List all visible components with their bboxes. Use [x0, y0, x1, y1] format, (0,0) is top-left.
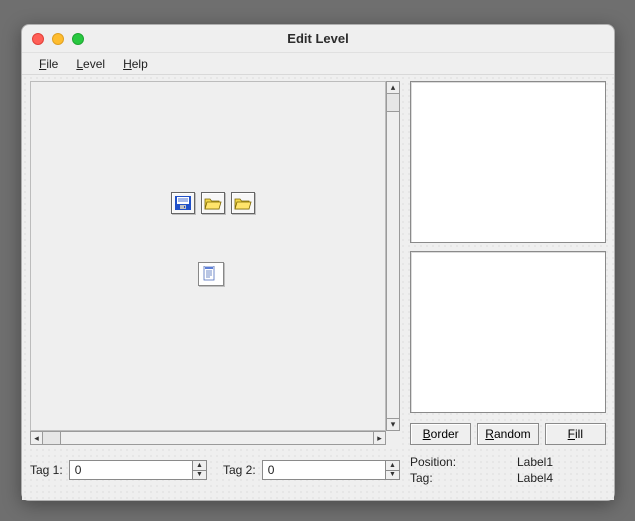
- scroll-up-button[interactable]: ▴: [387, 82, 399, 94]
- mnemonic: R: [485, 427, 494, 441]
- tag2-spin-down[interactable]: ▼: [386, 471, 399, 480]
- tag1-label: Tag 1:: [30, 463, 63, 477]
- scroll-right-button[interactable]: ▸: [373, 432, 385, 444]
- level-canvas[interactable]: [30, 81, 386, 431]
- tags-row: Tag 1: 0 ▲ ▼ Tag 2: 0 ▲: [30, 455, 400, 485]
- traffic-lights: [32, 33, 84, 45]
- tag2-spinner[interactable]: 0 ▲ ▼: [262, 460, 400, 480]
- tag-label: Tag:: [410, 471, 509, 485]
- action-buttons: Border Random Fill: [410, 421, 606, 445]
- vertical-scrollbar[interactable]: ▴ ▾: [386, 81, 400, 431]
- app-window: Edit Level File Level Help: [21, 24, 615, 501]
- tag1-spinner[interactable]: 0 ▲ ▼: [69, 460, 207, 480]
- client-area: ▴ ▾ ◂ ▸ Border Random Fill: [22, 75, 614, 500]
- open-folder-icon[interactable]: [201, 192, 225, 214]
- menubar: File Level Help: [22, 53, 614, 75]
- fill-button[interactable]: Fill: [545, 423, 606, 445]
- menu-level[interactable]: Level: [67, 55, 114, 73]
- level-scrollbox: ▴ ▾ ◂ ▸: [30, 81, 400, 445]
- menu-file[interactable]: File: [30, 55, 67, 73]
- tag1-spin-down[interactable]: ▼: [193, 471, 206, 480]
- open-folder-icon-2[interactable]: [231, 192, 255, 214]
- titlebar: Edit Level: [22, 25, 614, 53]
- tag1-group: Tag 1: 0 ▲ ▼: [30, 460, 207, 480]
- tag2-group: Tag 2: 0 ▲ ▼: [223, 460, 400, 480]
- close-window-button[interactable]: [32, 33, 44, 45]
- minimize-window-button[interactable]: [52, 33, 64, 45]
- tag-value: Label4: [517, 471, 606, 485]
- tag2-value[interactable]: 0: [263, 461, 385, 479]
- scroll-down-button[interactable]: ▾: [387, 418, 399, 430]
- horizontal-scrollbar[interactable]: ◂ ▸: [30, 431, 386, 445]
- mnemonic: B: [423, 427, 431, 441]
- vertical-scroll-thumb[interactable]: [387, 94, 399, 112]
- scroll-left-button[interactable]: ◂: [31, 432, 43, 444]
- canvas-toolbar: [171, 192, 255, 214]
- position-value: Label1: [517, 455, 606, 469]
- palette-panel-b[interactable]: [410, 251, 606, 413]
- mnemonic: F: [568, 427, 575, 441]
- tag2-spin-buttons: ▲ ▼: [385, 461, 399, 479]
- random-button[interactable]: Random: [477, 423, 538, 445]
- position-label: Position:: [410, 455, 509, 469]
- horizontal-scroll-thumb[interactable]: [43, 432, 61, 444]
- status-readout: Position: Label1 Tag: Label4: [410, 455, 606, 485]
- tag1-spin-up[interactable]: ▲: [193, 461, 206, 471]
- right-column: Border Random Fill: [410, 81, 606, 445]
- menu-help[interactable]: Help: [114, 55, 157, 73]
- tag1-spin-buttons: ▲ ▼: [192, 461, 206, 479]
- tag2-spin-up[interactable]: ▲: [386, 461, 399, 471]
- border-button[interactable]: Border: [410, 423, 471, 445]
- tag1-value[interactable]: 0: [70, 461, 192, 479]
- zoom-window-button[interactable]: [72, 33, 84, 45]
- window-title: Edit Level: [22, 31, 614, 46]
- save-icon[interactable]: [171, 192, 195, 214]
- palette-panel-a[interactable]: [410, 81, 606, 243]
- tag2-label: Tag 2:: [223, 463, 256, 477]
- properties-icon[interactable]: [198, 262, 224, 286]
